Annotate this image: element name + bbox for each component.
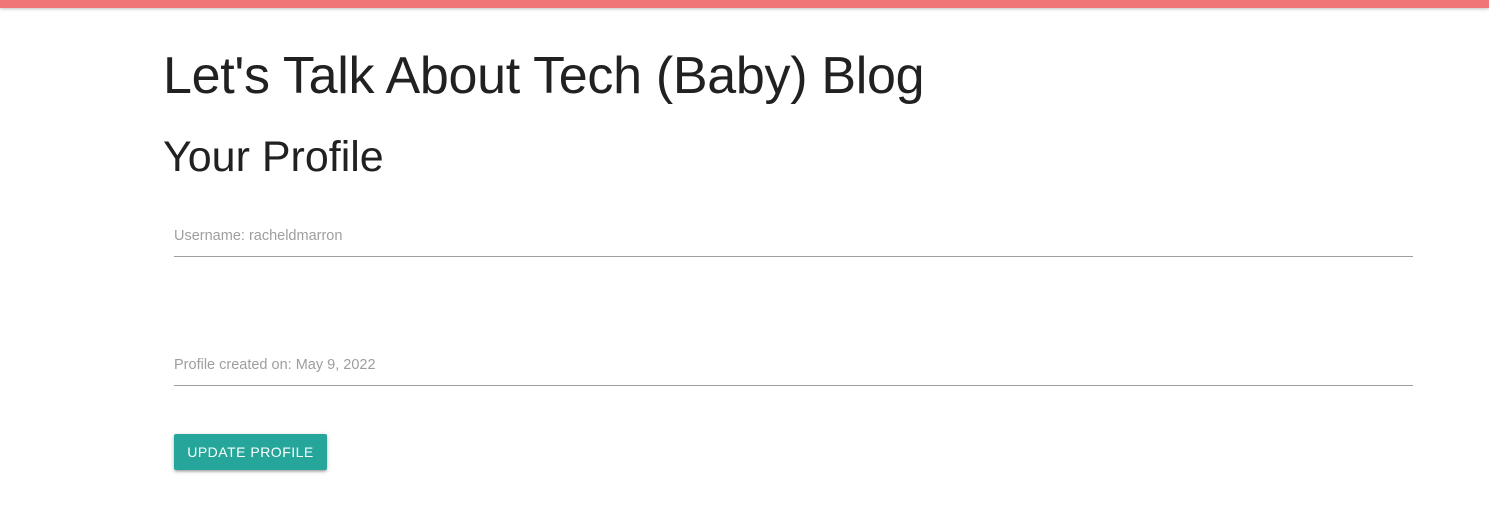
update-profile-button[interactable]: UPDATE PROFILE <box>174 434 327 470</box>
username-field[interactable]: Username: racheldmarron <box>174 226 1413 257</box>
top-accent-bar <box>0 0 1489 8</box>
blog-title: Let's Talk About Tech (Baby) Blog <box>163 47 925 105</box>
profile-created-field[interactable]: Profile created on: May 9, 2022 <box>174 355 1413 386</box>
profile-created-label: Profile created on: May 9, 2022 <box>174 357 376 373</box>
page-title: Your Profile <box>163 133 384 181</box>
username-label: Username: racheldmarron <box>174 228 343 244</box>
